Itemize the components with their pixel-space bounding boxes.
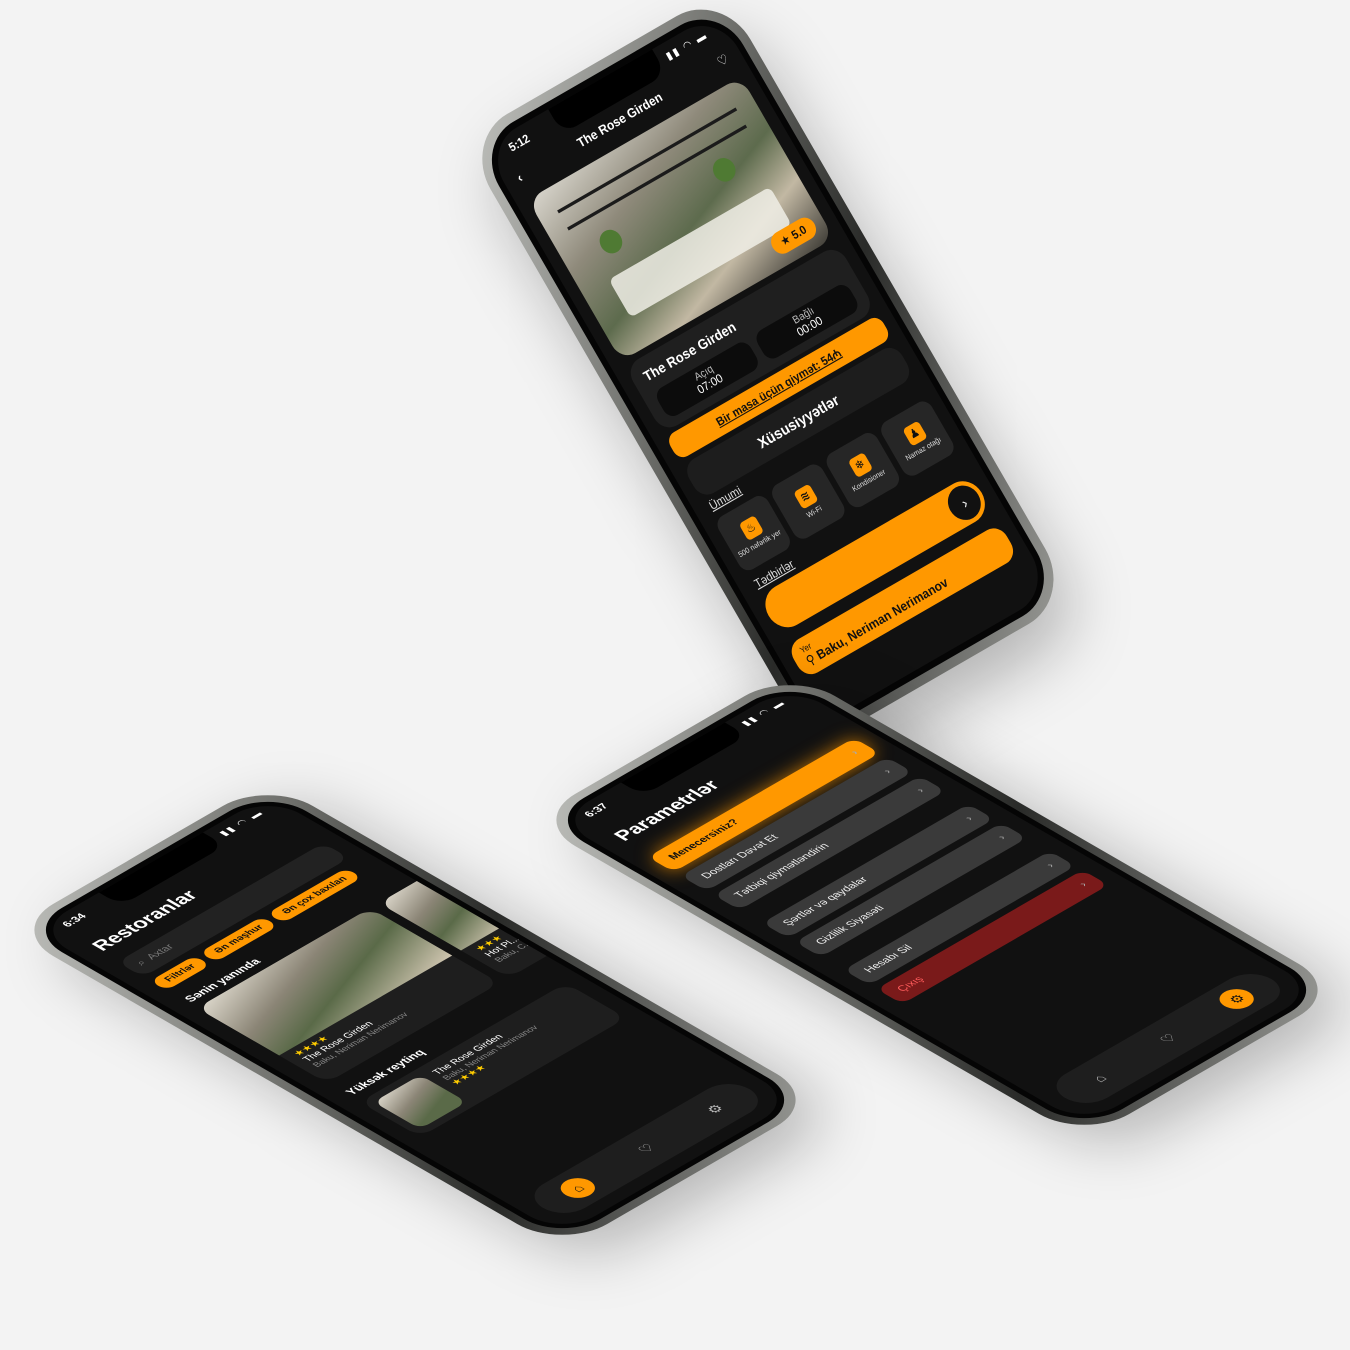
snowflake-icon: ❄ bbox=[847, 451, 873, 478]
chevron-right-icon: › bbox=[881, 767, 895, 776]
chevron-right-icon: › bbox=[995, 833, 1009, 842]
wifi-icon: ≋ bbox=[792, 483, 818, 510]
settings-item-label: Çıxış bbox=[894, 974, 927, 994]
signal-wifi-battery-icon: ▮▮ ◠ ▬ bbox=[739, 699, 789, 728]
heart-icon[interactable]: ♡ bbox=[1144, 1025, 1192, 1053]
status-time: 6:37 bbox=[581, 801, 612, 819]
hero-beam bbox=[557, 107, 738, 214]
capacity-icon: ♨ bbox=[737, 514, 764, 541]
back-arrow-icon[interactable]: ‹ bbox=[514, 170, 525, 185]
chevron-right-icon[interactable]: › bbox=[941, 479, 988, 526]
chevron-right-icon: › bbox=[848, 748, 862, 757]
home-icon[interactable]: ⌂ bbox=[1075, 1064, 1123, 1092]
list-address: Baku, Neriman Nerimanov bbox=[440, 1023, 541, 1082]
hero-plant bbox=[595, 225, 627, 258]
signal-wifi-battery-icon: ▮▮ ◠ ▬ bbox=[664, 29, 711, 63]
home-icon[interactable]: ⌂ bbox=[553, 1174, 602, 1203]
heart-icon[interactable]: ♡ bbox=[714, 51, 731, 70]
signal-wifi-battery-icon: ▮▮ ◠ ▬ bbox=[217, 809, 267, 838]
chevron-right-icon: › bbox=[913, 786, 928, 795]
bezel: 5:12 ▮▮ ◠ ▬ ‹ The Rose Girden ♡ ★ 5.0 Th… bbox=[474, 3, 1062, 735]
feature-label: Wi-Fi bbox=[805, 504, 824, 520]
chevron-right-icon: › bbox=[1043, 861, 1058, 870]
search-icon: ⌕ bbox=[133, 958, 149, 968]
chevron-right-icon: › bbox=[1076, 880, 1091, 889]
settings-list: Menecersiniz? › Dostları Dəvət Et › Tətb… bbox=[647, 738, 1109, 1004]
phone-detail: 5:12 ▮▮ ◠ ▬ ‹ The Rose Girden ♡ ★ 5.0 Th… bbox=[462, 0, 1074, 748]
status-time: 5:12 bbox=[506, 132, 533, 155]
prayer-icon: ♟ bbox=[901, 420, 928, 447]
detail-screen: 5:12 ▮▮ ◠ ▬ ‹ The Rose Girden ♡ ★ 5.0 Th… bbox=[483, 11, 1053, 727]
status-time: 6:34 bbox=[59, 911, 90, 929]
list-text: The Rose Girden Baku, Neriman Nerimanov … bbox=[431, 1018, 550, 1087]
heart-icon[interactable]: ♡ bbox=[622, 1135, 670, 1163]
settings-icon[interactable]: ⚙ bbox=[691, 1095, 739, 1123]
tab-bar: ⌂ ♡ ⚙ bbox=[522, 1077, 771, 1220]
hero-plant bbox=[708, 153, 740, 186]
settings-icon[interactable]: ⚙ bbox=[1212, 984, 1262, 1013]
chevron-right-icon: › bbox=[962, 814, 976, 823]
search-placeholder: Axtar bbox=[144, 942, 177, 962]
tab-bar: ⌂ ♡ ⚙ bbox=[1044, 967, 1293, 1110]
